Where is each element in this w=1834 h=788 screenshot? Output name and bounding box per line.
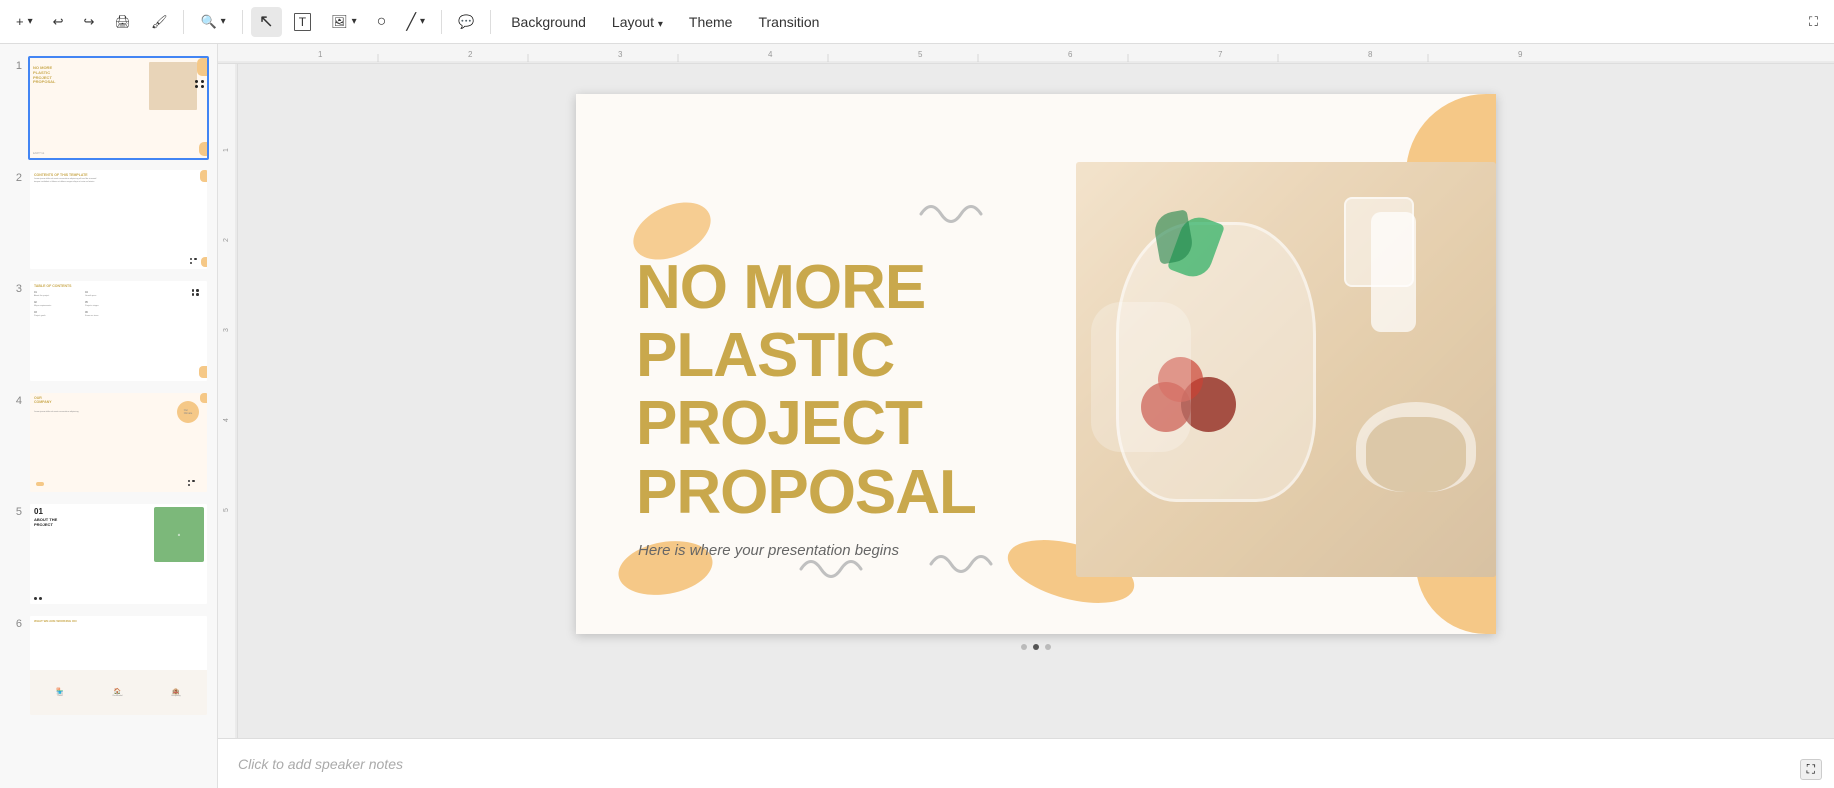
slide-number-2: 2 — [8, 172, 22, 184]
slide-title[interactable]: NO MORE PLASTIC PROJECT PROPOSAL — [636, 254, 976, 527]
image-chevron: ▾ — [352, 16, 357, 27]
svg-text:4: 4 — [223, 418, 230, 422]
slide-dots-indicator — [1021, 644, 1051, 650]
dot-2 — [1033, 644, 1039, 650]
fullscreen-icon: ⛶ — [1809, 14, 1818, 30]
text-box-icon: T — [294, 13, 311, 31]
main-area: 1 NO MOREPLASTICPROJECTPROPOSAL — [0, 44, 1834, 788]
slide-canvas-area[interactable]: NO MORE PLASTIC PROJECT PROPOSAL Here is… — [238, 64, 1834, 738]
slide-canvas[interactable]: NO MORE PLASTIC PROJECT PROPOSAL Here is… — [576, 94, 1496, 634]
slide-panel[interactable]: 1 NO MOREPLASTICPROJECTPROPOSAL — [0, 44, 218, 788]
separator-4 — [490, 10, 491, 34]
slide-thumbnail-2[interactable]: 2 CONTENTS OF THIS TEMPLATE Lorem ipsum … — [0, 164, 217, 276]
speaker-notes[interactable]: Click to add speaker notes — [218, 738, 1834, 788]
slide-thumb-1[interactable]: NO MOREPLASTICPROJECTPROPOSAL EARTH ♻ — [28, 56, 209, 160]
fullscreen-button[interactable]: ⛶ — [1801, 7, 1826, 37]
slide-thumb-4[interactable]: OURCOMPANY Lorem ipsum dolor sit amet co… — [28, 391, 209, 495]
zoom-chevron: ▾ — [221, 16, 226, 27]
print-icon: 🖨 — [114, 14, 131, 30]
image-button[interactable]: 🖼 ▾ — [323, 7, 365, 37]
toolbar-right: ⛶ — [1801, 7, 1826, 37]
zoom-icon: 🔍 — [200, 14, 216, 30]
svg-text:6: 6 — [1068, 50, 1073, 59]
slide-number-5: 5 — [8, 506, 22, 518]
slide-thumbnail-5[interactable]: 5 01 ABOUT THEPROJECT ♻ — [0, 498, 217, 610]
speaker-notes-placeholder[interactable]: Click to add speaker notes — [238, 756, 403, 772]
line-button[interactable]: ╱ ▾ — [398, 7, 433, 37]
separator-1 — [183, 10, 184, 34]
editor-area: 1 2 3 4 5 6 7 8 9 — [218, 44, 1834, 788]
svg-text:4: 4 — [768, 50, 773, 59]
comment-icon: 💬 — [458, 14, 474, 30]
add-icon: + — [16, 14, 24, 29]
slide-subtitle[interactable]: Here is where your presentation begins — [638, 542, 899, 559]
svg-text:2: 2 — [223, 238, 230, 242]
add-chevron-icon: ▾ — [28, 16, 33, 27]
dot-3 — [1045, 644, 1051, 650]
slide-thumbnail-6[interactable]: 6 WHAT WE ARE WORKING ON 🏪 Retail 🏠 Resi… — [0, 610, 217, 722]
slide-thumb-6[interactable]: WHAT WE ARE WORKING ON 🏪 Retail 🏠 Reside… — [28, 614, 209, 718]
theme-nav[interactable]: Theme — [677, 10, 745, 34]
print-button[interactable]: 🖨 — [106, 7, 139, 37]
toolbar-nav: Background Layout ▾ Theme Transition — [499, 10, 831, 34]
undo-icon: ↩ — [53, 14, 64, 30]
redo-icon: ↪ — [84, 14, 95, 30]
add-button[interactable]: + ▾ — [8, 7, 41, 37]
svg-text:5: 5 — [918, 50, 923, 59]
expand-button-area: ⛶ — [1800, 759, 1822, 780]
line-chevron: ▾ — [420, 16, 425, 27]
ruler-vertical: 1 2 3 4 5 — [218, 64, 238, 738]
undo-button[interactable]: ↩ — [45, 7, 72, 37]
paint-format-button[interactable]: 🖌 — [143, 7, 176, 37]
redo-button[interactable]: ↪ — [76, 7, 103, 37]
dot-1 — [1021, 644, 1027, 650]
slide-thumb-3[interactable]: TABLE OF CONTENTS 01 About the project 0… — [28, 279, 209, 383]
editor-middle: 1 2 3 4 5 — [218, 64, 1834, 738]
zoom-button[interactable]: 🔍 ▾ — [192, 7, 233, 37]
slide-number-3: 3 — [8, 283, 22, 295]
shape-icon: ○ — [377, 13, 387, 31]
shape-button[interactable]: ○ — [369, 7, 395, 37]
image-icon: 🖼 — [331, 14, 348, 30]
slide-thumbnail-1[interactable]: 1 NO MOREPLASTICPROJECTPROPOSAL — [0, 52, 217, 164]
svg-text:3: 3 — [223, 328, 230, 332]
svg-text:2: 2 — [468, 50, 473, 59]
svg-text:8: 8 — [1368, 50, 1373, 59]
cursor-button[interactable]: ↖ — [251, 7, 282, 37]
slide-number-6: 6 — [8, 618, 22, 630]
paint-format-icon: 🖌 — [151, 14, 168, 30]
svg-text:7: 7 — [1218, 50, 1223, 59]
svg-text:1: 1 — [223, 148, 230, 152]
layout-chevron-icon: ▾ — [658, 19, 663, 30]
svg-text:1: 1 — [318, 50, 323, 59]
svg-text:5: 5 — [223, 508, 230, 512]
toolbar: + ▾ ↩ ↪ 🖨 🖌 🔍 ▾ ↖ T 🖼 ▾ ○ ╱ ▾ 💬 Backgro — [0, 0, 1834, 44]
slide-thumbnail-4[interactable]: 4 OURCOMPANY Lorem ipsum dolor sit amet … — [0, 387, 217, 499]
slide-thumbnail-3[interactable]: 3 TABLE OF CONTENTS 01 About the project… — [0, 275, 217, 387]
separator-2 — [242, 10, 243, 34]
layout-nav[interactable]: Layout ▾ — [600, 10, 675, 34]
transition-nav[interactable]: Transition — [746, 10, 831, 34]
separator-3 — [441, 10, 442, 34]
background-nav[interactable]: Background — [499, 10, 598, 34]
slide-thumb-5[interactable]: 01 ABOUT THEPROJECT ♻ — [28, 502, 209, 606]
slide-number-1: 1 — [8, 60, 22, 72]
text-box-button[interactable]: T — [286, 7, 319, 37]
ruler-horizontal: 1 2 3 4 5 6 7 8 9 — [218, 44, 1834, 64]
svg-text:9: 9 — [1518, 50, 1523, 59]
line-icon: ╱ — [406, 12, 416, 32]
comment-button[interactable]: 💬 — [450, 7, 482, 37]
cursor-icon: ↖ — [259, 11, 274, 32]
slide-number-4: 4 — [8, 395, 22, 407]
slide-thumb-2[interactable]: CONTENTS OF THIS TEMPLATE Lorem ipsum do… — [28, 168, 209, 272]
svg-text:3: 3 — [618, 50, 623, 59]
expand-button[interactable]: ⛶ — [1800, 759, 1822, 780]
